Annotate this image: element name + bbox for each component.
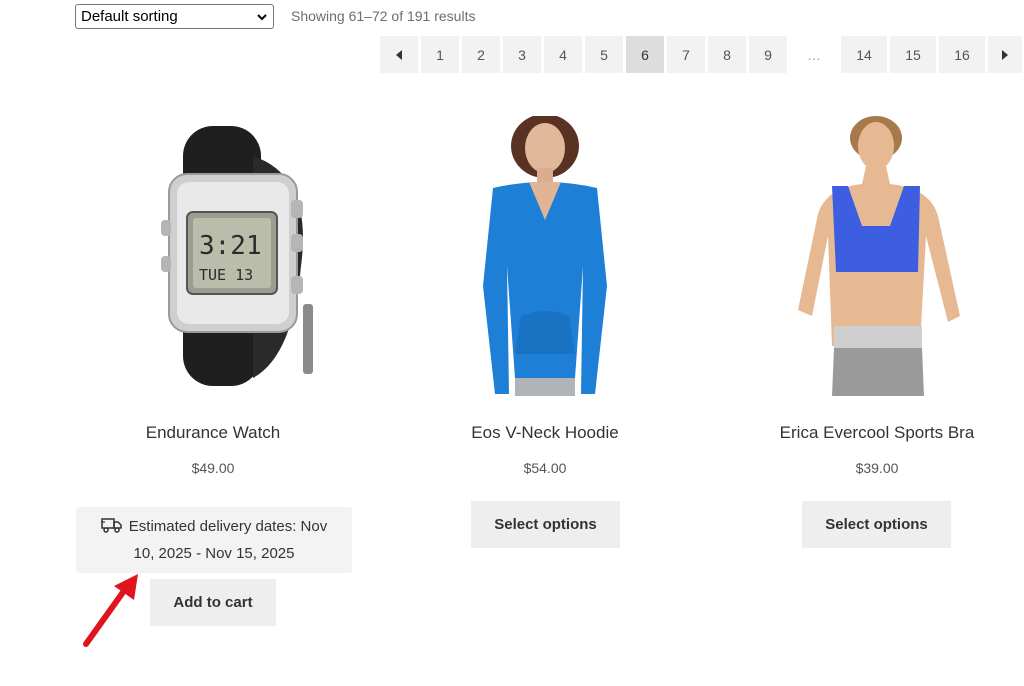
product-title[interactable]: Erica Evercool Sports Bra — [717, 423, 1024, 443]
page-link-3[interactable]: 3 — [503, 36, 541, 73]
product-price: $54.00 — [523, 460, 567, 476]
product-card: 3:21 TUE 13 Endurance Watch $49.00 — [53, 116, 373, 476]
product-image-hoodie[interactable] — [463, 114, 628, 396]
result-count: Showing 61–72 of 191 results — [291, 8, 476, 24]
page-link-15[interactable]: 15 — [890, 36, 936, 73]
product-card: Eos V-Neck Hoodie $54.00 — [385, 114, 705, 476]
watch-image: 3:21 TUE 13 — [161, 126, 313, 386]
page-link-8[interactable]: 8 — [708, 36, 746, 73]
product-image-sports-bra[interactable] — [790, 116, 965, 396]
select-options-button[interactable]: Select options — [802, 501, 951, 548]
product-title[interactable]: Endurance Watch — [53, 423, 373, 443]
sort-select-value: Default sorting — [81, 8, 178, 25]
sports-bra-model-image — [797, 116, 960, 396]
delivery-estimate-box: Estimated delivery dates: Nov 10, 2025 -… — [76, 507, 352, 573]
hoodie-model-image — [482, 114, 607, 396]
sort-select[interactable]: Default sorting — [75, 4, 274, 29]
delivery-estimate-line1: Estimated delivery dates: Nov — [76, 513, 352, 540]
caret-right-icon — [1002, 49, 1008, 60]
select-options-button[interactable]: Select options — [471, 501, 620, 548]
page-link-7[interactable]: 7 — [667, 36, 705, 73]
page-link-16[interactable]: 16 — [939, 36, 985, 73]
product-image-watch[interactable]: 3:21 TUE 13 — [103, 116, 323, 396]
caret-left-icon — [396, 49, 402, 60]
product-title[interactable]: Eos V-Neck Hoodie — [385, 423, 705, 443]
page-link-1[interactable]: 1 — [421, 36, 459, 73]
next-page-button[interactable] — [988, 36, 1022, 73]
svg-text:3:21: 3:21 — [199, 231, 262, 261]
page-link-4[interactable]: 4 — [544, 36, 582, 73]
delivery-estimate-text-1: Estimated delivery dates: Nov — [128, 518, 328, 535]
page-link-5[interactable]: 5 — [585, 36, 623, 73]
pagination: 1 2 3 4 5 6 7 8 9 … 14 15 16 — [380, 36, 1022, 73]
page-link-9[interactable]: 9 — [749, 36, 787, 73]
page-ellipsis: … — [807, 46, 821, 63]
product-card: Erica Evercool Sports Bra $39.00 — [717, 116, 1024, 476]
page-link-2[interactable]: 2 — [462, 36, 500, 73]
page-link-14[interactable]: 14 — [841, 36, 887, 73]
annotation-arrow-icon — [83, 574, 138, 647]
add-to-cart-button[interactable]: Add to cart — [150, 579, 276, 626]
chevron-down-icon — [257, 14, 267, 21]
page-current-6: 6 — [626, 36, 664, 73]
delivery-estimate-line2: 10, 2025 - Nov 15, 2025 — [133, 545, 295, 562]
product-price: $49.00 — [191, 460, 235, 476]
truck-icon — [100, 518, 122, 533]
product-price: $39.00 — [855, 460, 899, 476]
prev-page-button[interactable] — [380, 36, 418, 73]
svg-text:TUE 13: TUE 13 — [199, 266, 253, 284]
